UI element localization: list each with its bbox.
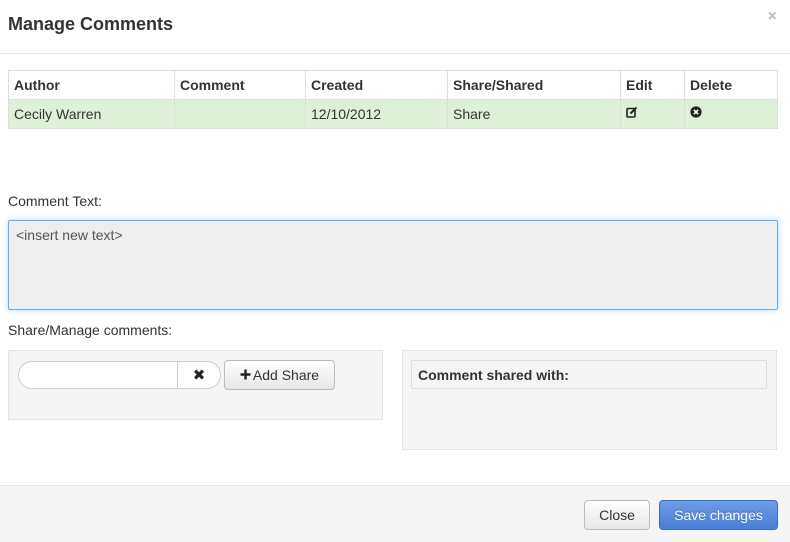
cell-share: Share — [447, 99, 621, 129]
comment-text-label: Comment Text: — [8, 193, 102, 209]
save-changes-button[interactable]: Save changes — [659, 500, 778, 530]
column-header-delete: Delete — [684, 70, 778, 100]
shared-with-header: Comment shared with: — [411, 360, 767, 389]
add-share-label: Add Share — [252, 367, 320, 383]
share-user-input[interactable] — [18, 361, 178, 389]
column-header-comment: Comment — [174, 70, 306, 100]
clear-share-button[interactable]: ✖ — [177, 361, 221, 389]
column-header-share: Share/Shared — [447, 70, 621, 100]
modal-header: Manage Comments × — [0, 0, 790, 54]
table-header-row: Author Comment Created Share/Shared Edit… — [8, 70, 778, 100]
column-header-author: Author — [8, 70, 175, 100]
comments-table: Author Comment Created Share/Shared Edit… — [8, 70, 778, 129]
close-icon[interactable]: × — [768, 8, 777, 26]
column-header-edit: Edit — [620, 70, 685, 100]
edit-icon[interactable] — [626, 105, 638, 119]
add-share-button[interactable]: Add Share — [224, 360, 335, 390]
cell-edit — [620, 99, 685, 129]
delete-icon[interactable] — [690, 105, 702, 118]
cell-delete — [684, 99, 778, 129]
clear-icon: ✖ — [192, 367, 206, 384]
modal-title: Manage Comments — [8, 14, 174, 34]
table-row: Cecily Warren 12/10/2012 Share — [8, 99, 778, 129]
comment-textarea[interactable]: <insert new text> — [8, 220, 778, 310]
cell-comment — [174, 99, 306, 129]
close-button[interactable]: Close — [584, 500, 650, 530]
cell-created: 12/10/2012 — [305, 99, 448, 129]
plus-icon — [240, 367, 251, 384]
share-manage-label: Share/Manage comments: — [8, 322, 173, 338]
cell-author: Cecily Warren — [8, 99, 175, 129]
column-header-created: Created — [305, 70, 448, 100]
